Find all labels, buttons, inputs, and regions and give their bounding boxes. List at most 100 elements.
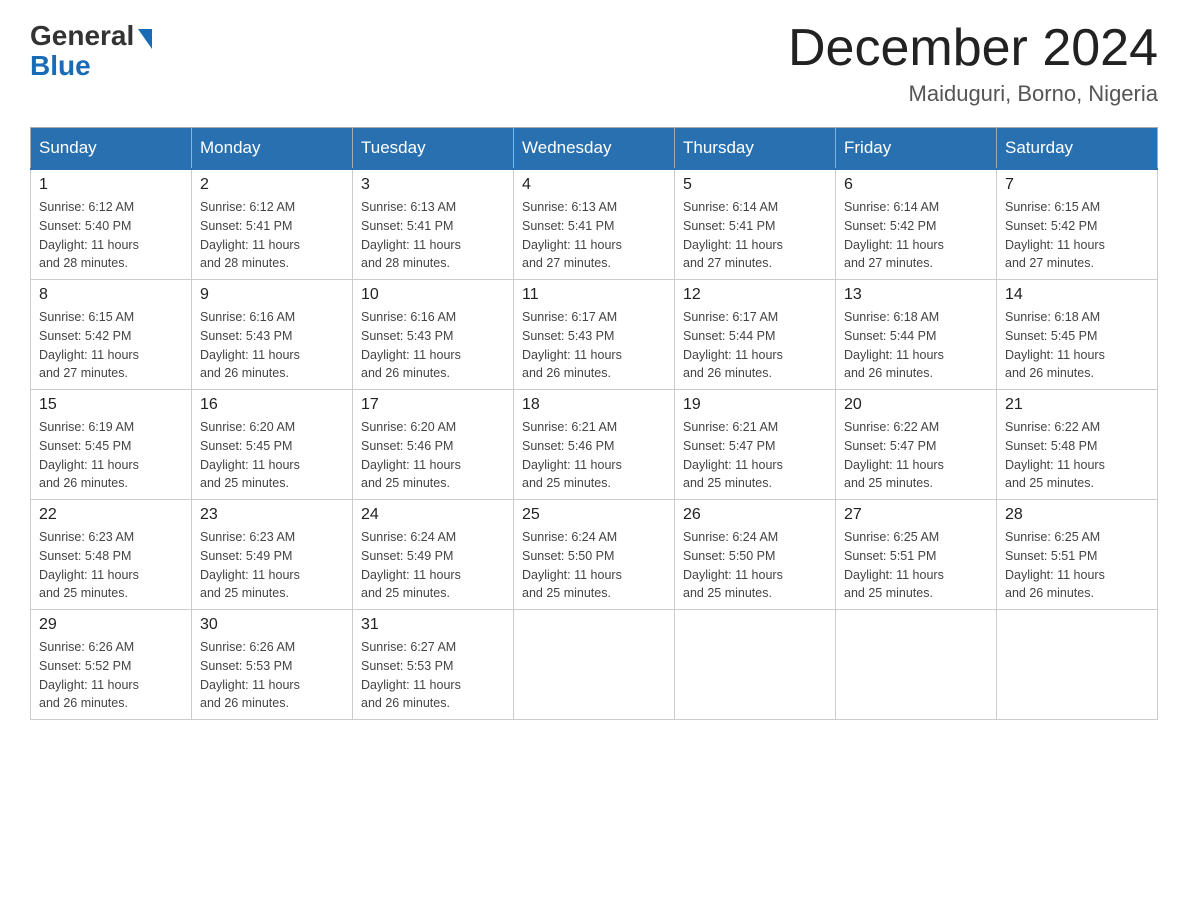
day-info: Sunrise: 6:18 AM Sunset: 5:45 PM Dayligh… [1005, 308, 1149, 383]
col-saturday: Saturday [997, 128, 1158, 170]
table-row: 17 Sunrise: 6:20 AM Sunset: 5:46 PM Dayl… [353, 390, 514, 500]
day-number: 19 [683, 396, 827, 414]
calendar-week-row: 29 Sunrise: 6:26 AM Sunset: 5:52 PM Dayl… [31, 610, 1158, 720]
table-row: 22 Sunrise: 6:23 AM Sunset: 5:48 PM Dayl… [31, 500, 192, 610]
day-info: Sunrise: 6:16 AM Sunset: 5:43 PM Dayligh… [361, 308, 505, 383]
day-number: 1 [39, 176, 183, 194]
day-number: 12 [683, 286, 827, 304]
day-number: 26 [683, 506, 827, 524]
table-row: 15 Sunrise: 6:19 AM Sunset: 5:45 PM Dayl… [31, 390, 192, 500]
table-row: 31 Sunrise: 6:27 AM Sunset: 5:53 PM Dayl… [353, 610, 514, 720]
day-info: Sunrise: 6:17 AM Sunset: 5:43 PM Dayligh… [522, 308, 666, 383]
col-sunday: Sunday [31, 128, 192, 170]
day-number: 18 [522, 396, 666, 414]
logo: General Blue [30, 20, 152, 82]
calendar-week-row: 15 Sunrise: 6:19 AM Sunset: 5:45 PM Dayl… [31, 390, 1158, 500]
table-row: 6 Sunrise: 6:14 AM Sunset: 5:42 PM Dayli… [836, 169, 997, 280]
table-row: 9 Sunrise: 6:16 AM Sunset: 5:43 PM Dayli… [192, 280, 353, 390]
day-number: 15 [39, 396, 183, 414]
table-row [997, 610, 1158, 720]
day-info: Sunrise: 6:23 AM Sunset: 5:49 PM Dayligh… [200, 528, 344, 603]
table-row: 20 Sunrise: 6:22 AM Sunset: 5:47 PM Dayl… [836, 390, 997, 500]
table-row: 1 Sunrise: 6:12 AM Sunset: 5:40 PM Dayli… [31, 169, 192, 280]
calendar-header-row: Sunday Monday Tuesday Wednesday Thursday… [31, 128, 1158, 170]
day-info: Sunrise: 6:14 AM Sunset: 5:41 PM Dayligh… [683, 198, 827, 273]
table-row: 25 Sunrise: 6:24 AM Sunset: 5:50 PM Dayl… [514, 500, 675, 610]
col-monday: Monday [192, 128, 353, 170]
table-row: 16 Sunrise: 6:20 AM Sunset: 5:45 PM Dayl… [192, 390, 353, 500]
day-number: 21 [1005, 396, 1149, 414]
table-row: 27 Sunrise: 6:25 AM Sunset: 5:51 PM Dayl… [836, 500, 997, 610]
logo-general-text: General [30, 20, 134, 52]
table-row: 3 Sunrise: 6:13 AM Sunset: 5:41 PM Dayli… [353, 169, 514, 280]
logo-blue-text: Blue [30, 50, 91, 82]
day-info: Sunrise: 6:21 AM Sunset: 5:47 PM Dayligh… [683, 418, 827, 493]
day-info: Sunrise: 6:27 AM Sunset: 5:53 PM Dayligh… [361, 638, 505, 713]
day-number: 6 [844, 176, 988, 194]
table-row: 23 Sunrise: 6:23 AM Sunset: 5:49 PM Dayl… [192, 500, 353, 610]
day-info: Sunrise: 6:22 AM Sunset: 5:47 PM Dayligh… [844, 418, 988, 493]
day-info: Sunrise: 6:24 AM Sunset: 5:50 PM Dayligh… [683, 528, 827, 603]
day-info: Sunrise: 6:15 AM Sunset: 5:42 PM Dayligh… [39, 308, 183, 383]
day-info: Sunrise: 6:24 AM Sunset: 5:50 PM Dayligh… [522, 528, 666, 603]
day-number: 27 [844, 506, 988, 524]
calendar-week-row: 1 Sunrise: 6:12 AM Sunset: 5:40 PM Dayli… [31, 169, 1158, 280]
calendar-week-row: 8 Sunrise: 6:15 AM Sunset: 5:42 PM Dayli… [31, 280, 1158, 390]
day-info: Sunrise: 6:21 AM Sunset: 5:46 PM Dayligh… [522, 418, 666, 493]
table-row: 8 Sunrise: 6:15 AM Sunset: 5:42 PM Dayli… [31, 280, 192, 390]
col-thursday: Thursday [675, 128, 836, 170]
table-row: 26 Sunrise: 6:24 AM Sunset: 5:50 PM Dayl… [675, 500, 836, 610]
day-info: Sunrise: 6:25 AM Sunset: 5:51 PM Dayligh… [844, 528, 988, 603]
table-row: 10 Sunrise: 6:16 AM Sunset: 5:43 PM Dayl… [353, 280, 514, 390]
day-info: Sunrise: 6:19 AM Sunset: 5:45 PM Dayligh… [39, 418, 183, 493]
day-number: 30 [200, 616, 344, 634]
col-friday: Friday [836, 128, 997, 170]
table-row: 29 Sunrise: 6:26 AM Sunset: 5:52 PM Dayl… [31, 610, 192, 720]
table-row: 18 Sunrise: 6:21 AM Sunset: 5:46 PM Dayl… [514, 390, 675, 500]
table-row: 13 Sunrise: 6:18 AM Sunset: 5:44 PM Dayl… [836, 280, 997, 390]
day-info: Sunrise: 6:22 AM Sunset: 5:48 PM Dayligh… [1005, 418, 1149, 493]
day-number: 28 [1005, 506, 1149, 524]
table-row [675, 610, 836, 720]
day-info: Sunrise: 6:20 AM Sunset: 5:46 PM Dayligh… [361, 418, 505, 493]
table-row [836, 610, 997, 720]
day-number: 7 [1005, 176, 1149, 194]
table-row: 19 Sunrise: 6:21 AM Sunset: 5:47 PM Dayl… [675, 390, 836, 500]
day-number: 17 [361, 396, 505, 414]
day-number: 2 [200, 176, 344, 194]
day-info: Sunrise: 6:25 AM Sunset: 5:51 PM Dayligh… [1005, 528, 1149, 603]
table-row: 11 Sunrise: 6:17 AM Sunset: 5:43 PM Dayl… [514, 280, 675, 390]
day-number: 4 [522, 176, 666, 194]
day-info: Sunrise: 6:12 AM Sunset: 5:40 PM Dayligh… [39, 198, 183, 273]
day-number: 8 [39, 286, 183, 304]
table-row: 24 Sunrise: 6:24 AM Sunset: 5:49 PM Dayl… [353, 500, 514, 610]
calendar-week-row: 22 Sunrise: 6:23 AM Sunset: 5:48 PM Dayl… [31, 500, 1158, 610]
table-row: 30 Sunrise: 6:26 AM Sunset: 5:53 PM Dayl… [192, 610, 353, 720]
table-row: 2 Sunrise: 6:12 AM Sunset: 5:41 PM Dayli… [192, 169, 353, 280]
day-info: Sunrise: 6:26 AM Sunset: 5:52 PM Dayligh… [39, 638, 183, 713]
table-row: 7 Sunrise: 6:15 AM Sunset: 5:42 PM Dayli… [997, 169, 1158, 280]
day-info: Sunrise: 6:20 AM Sunset: 5:45 PM Dayligh… [200, 418, 344, 493]
day-number: 24 [361, 506, 505, 524]
table-row: 14 Sunrise: 6:18 AM Sunset: 5:45 PM Dayl… [997, 280, 1158, 390]
title-area: December 2024 Maiduguri, Borno, Nigeria [788, 20, 1158, 107]
day-info: Sunrise: 6:17 AM Sunset: 5:44 PM Dayligh… [683, 308, 827, 383]
day-number: 16 [200, 396, 344, 414]
day-number: 10 [361, 286, 505, 304]
day-number: 25 [522, 506, 666, 524]
table-row: 28 Sunrise: 6:25 AM Sunset: 5:51 PM Dayl… [997, 500, 1158, 610]
table-row: 12 Sunrise: 6:17 AM Sunset: 5:44 PM Dayl… [675, 280, 836, 390]
day-info: Sunrise: 6:15 AM Sunset: 5:42 PM Dayligh… [1005, 198, 1149, 273]
day-number: 13 [844, 286, 988, 304]
day-info: Sunrise: 6:24 AM Sunset: 5:49 PM Dayligh… [361, 528, 505, 603]
day-info: Sunrise: 6:26 AM Sunset: 5:53 PM Dayligh… [200, 638, 344, 713]
month-title: December 2024 [788, 20, 1158, 77]
logo-arrow-icon [138, 29, 152, 49]
table-row: 4 Sunrise: 6:13 AM Sunset: 5:41 PM Dayli… [514, 169, 675, 280]
day-number: 22 [39, 506, 183, 524]
day-number: 3 [361, 176, 505, 194]
col-wednesday: Wednesday [514, 128, 675, 170]
day-number: 5 [683, 176, 827, 194]
day-info: Sunrise: 6:13 AM Sunset: 5:41 PM Dayligh… [361, 198, 505, 273]
table-row: 5 Sunrise: 6:14 AM Sunset: 5:41 PM Dayli… [675, 169, 836, 280]
